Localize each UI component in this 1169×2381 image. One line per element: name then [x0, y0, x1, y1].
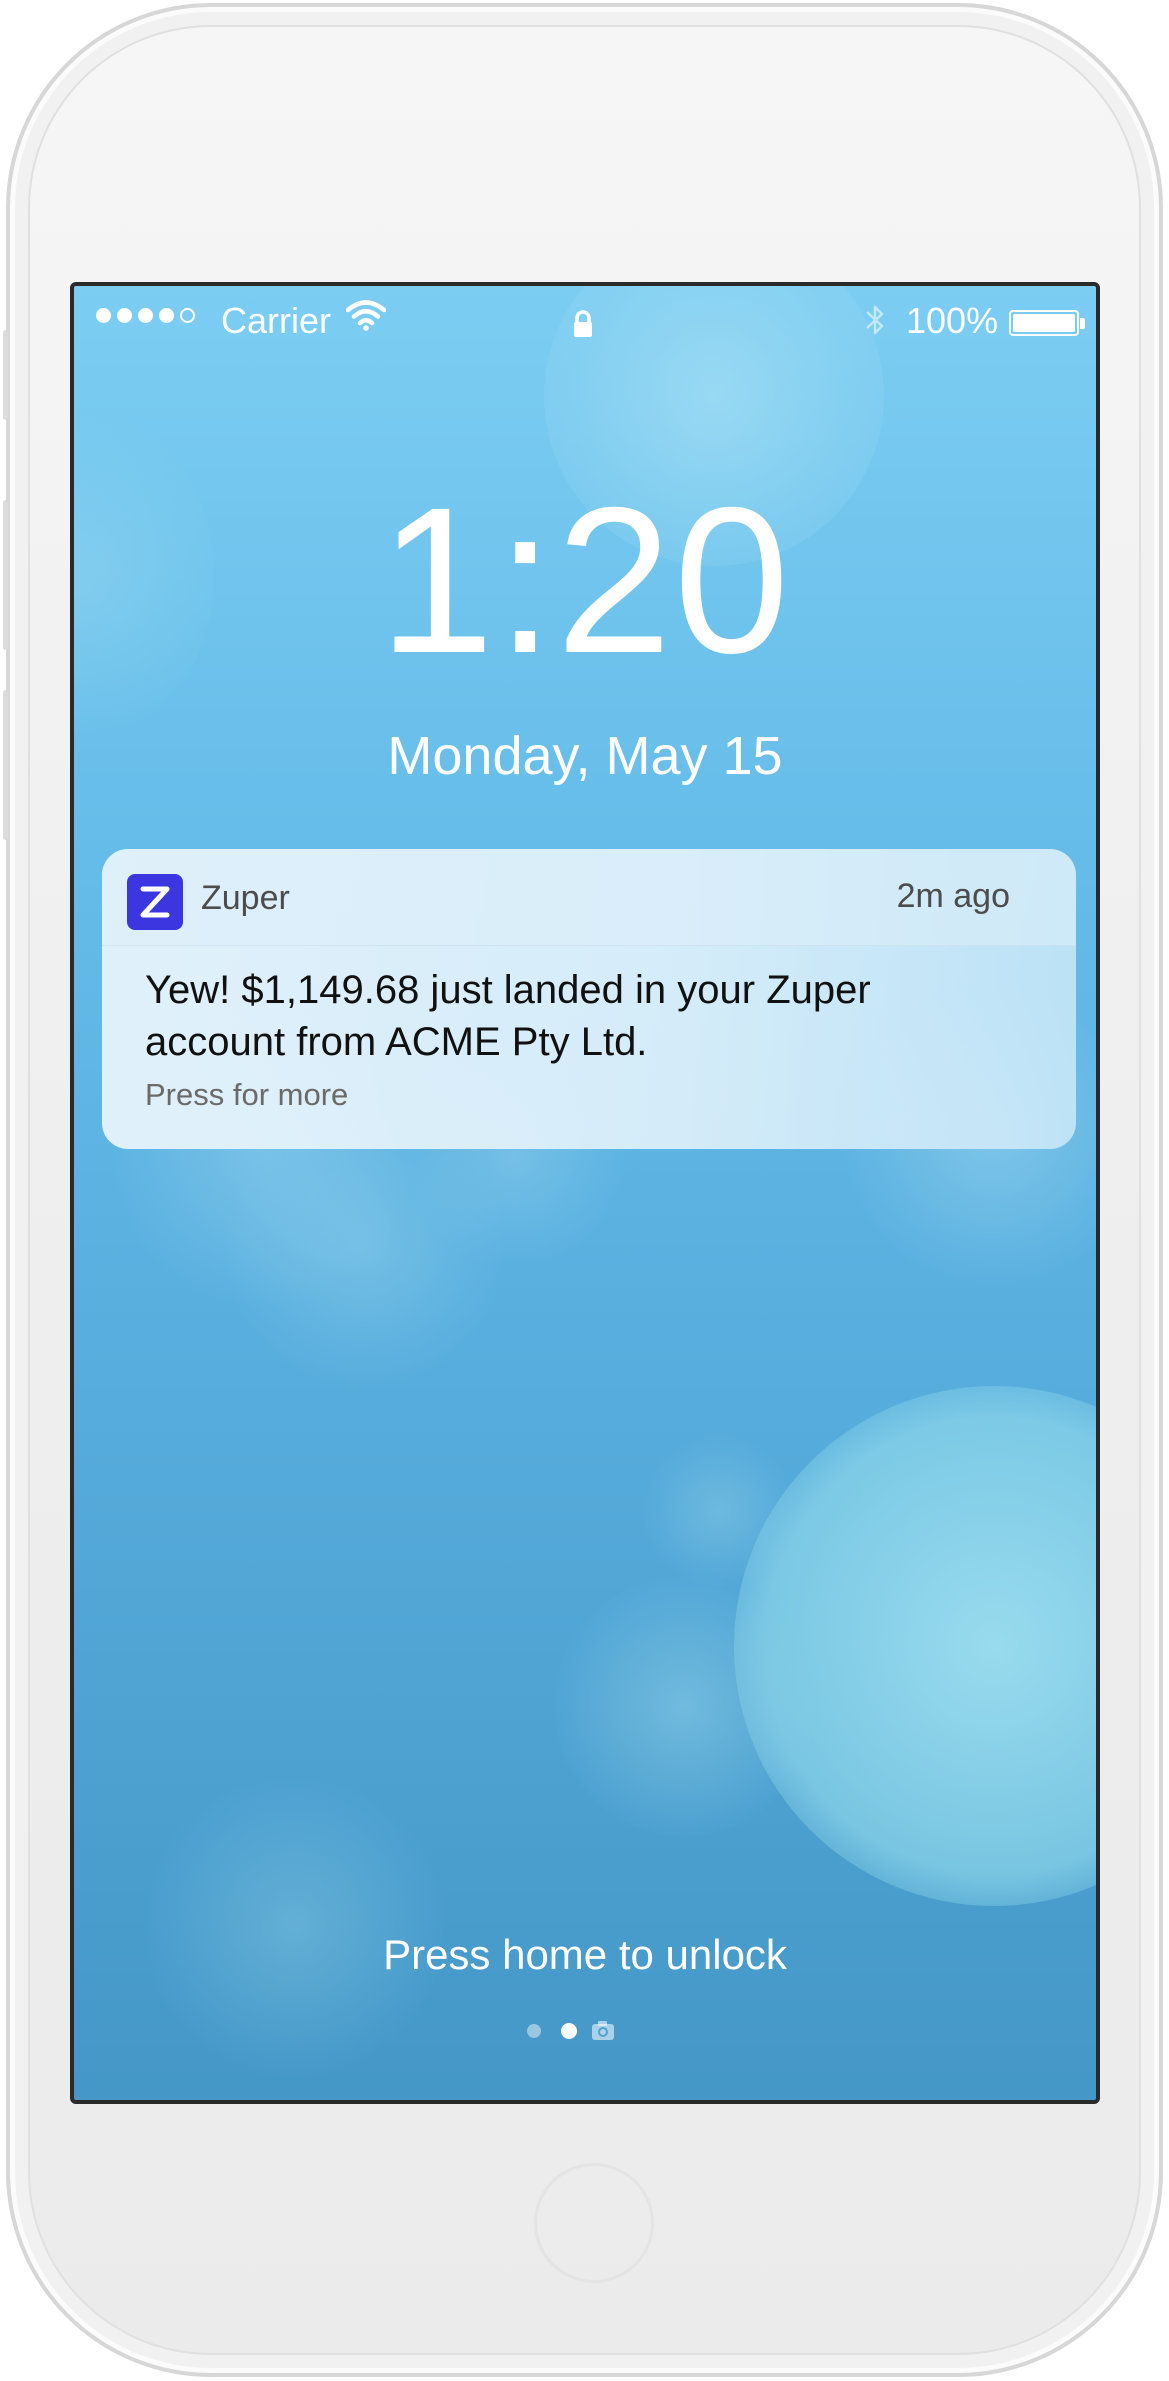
clock-time: 1:20: [378, 465, 792, 697]
notification-header: Zuper 2m ago: [102, 849, 1076, 946]
battery-fill: [1013, 314, 1075, 332]
wifi-icon: [345, 298, 387, 340]
wallpaper-bubble: [644, 1436, 794, 1586]
signal-dot: [180, 308, 195, 323]
wallpaper-bubble: [554, 1576, 814, 1836]
side-button[interactable]: [3, 330, 8, 420]
home-button[interactable]: [534, 2163, 654, 2283]
signal-strength: [96, 308, 195, 323]
camera-icon: [592, 2021, 614, 2040]
battery-percent: 100%: [906, 300, 999, 341]
signal-dot: [138, 308, 153, 323]
unlock-hint: Press home to unlock: [383, 1931, 787, 1978]
notification-age: 2m ago: [896, 877, 1010, 915]
signal-dot: [117, 308, 132, 323]
signal-dot: [96, 308, 111, 323]
notification-app-name: Zuper: [201, 879, 290, 917]
notification-message: Yew! $1,149.68 just landed in your Zuper…: [145, 968, 871, 1064]
notification-card[interactable]: Zuper 2m ago Yew! $1,149.68 just landed …: [102, 849, 1076, 1149]
bluetooth-icon: [864, 302, 886, 347]
zuper-app-icon: [127, 874, 183, 930]
lock-screen: Carrier 100% 1:20 Monday, May 15 Zuper 2…: [70, 282, 1100, 2104]
battery-icon: [1009, 310, 1079, 336]
clock-date: Monday, May 15: [387, 726, 783, 786]
wallpaper-bubble: [144, 1776, 444, 2076]
battery-tip: [1080, 318, 1085, 329]
page-dot: [527, 2024, 541, 2038]
side-button[interactable]: [3, 690, 8, 840]
lock-icon: [572, 306, 594, 348]
status-bar: Carrier 100%: [74, 286, 1096, 356]
page-dot-active: [561, 2023, 577, 2039]
side-button[interactable]: [3, 500, 8, 650]
notification-more-hint: Press for more: [145, 1077, 349, 1112]
signal-dot: [159, 308, 174, 323]
carrier-label: Carrier: [221, 300, 332, 341]
page-indicator[interactable]: [514, 2016, 644, 2046]
